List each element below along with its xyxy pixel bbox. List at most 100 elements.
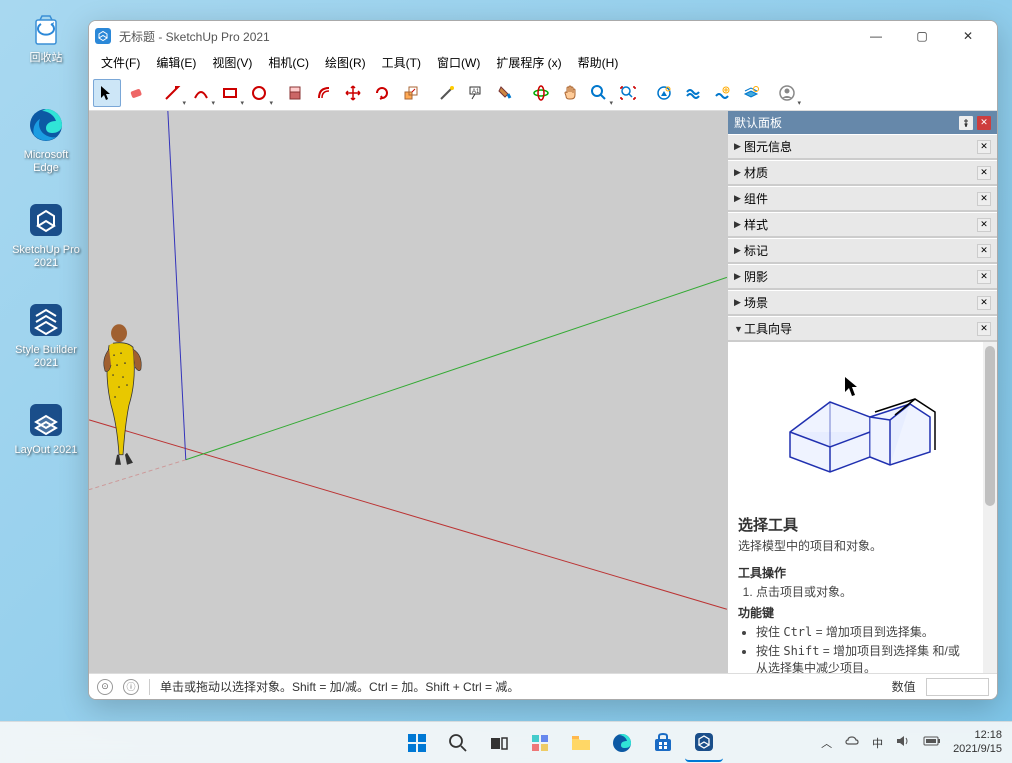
tray-battery-icon[interactable] (923, 735, 941, 750)
taskbar-search[interactable] (439, 724, 477, 762)
tool-scale[interactable] (397, 79, 425, 107)
menu-window[interactable]: 窗口(W) (429, 52, 488, 73)
tool-paint[interactable] (491, 79, 519, 107)
svg-text:A1: A1 (472, 89, 480, 95)
instructor-desc: 选择模型中的项目和对象。 (738, 537, 971, 554)
tray-chevron-icon[interactable]: ︿ (821, 735, 832, 751)
clock-time: 12:18 (953, 729, 1002, 742)
titlebar[interactable]: 无标题 - SketchUp Pro 2021 — ▢ ✕ (89, 21, 997, 51)
section-close-button[interactable]: ✕ (977, 296, 991, 310)
desktop-edge[interactable]: Microsoft Edge (10, 105, 82, 175)
geo-icon[interactable]: ⊙ (97, 679, 113, 695)
menu-file[interactable]: 文件(F) (93, 52, 148, 73)
panel-title: 默认面板 (734, 114, 782, 131)
tool-rotate[interactable] (368, 79, 396, 107)
taskbar-sketchup[interactable] (685, 724, 723, 762)
clock-date: 2021/9/15 (953, 743, 1002, 756)
tool-tape[interactable] (433, 79, 461, 107)
recycle-bin-icon (26, 8, 66, 48)
collapse-icon: ▶ (734, 141, 744, 152)
tool-rectangle[interactable]: ▾ (216, 79, 244, 107)
tool-user[interactable]: ▾ (773, 79, 801, 107)
section-close-button[interactable]: ✕ (977, 166, 991, 180)
taskbar-store[interactable] (644, 724, 682, 762)
taskbar-edge[interactable] (603, 724, 641, 762)
tool-line[interactable]: ▾ (158, 79, 186, 107)
section-close-button[interactable]: ✕ (977, 218, 991, 232)
tool-warehouse[interactable] (650, 79, 678, 107)
credits-icon[interactable]: ⓘ (123, 679, 139, 695)
tray-onedrive-icon[interactable] (844, 733, 860, 752)
close-button[interactable]: ✕ (945, 21, 991, 51)
tool-zoom[interactable]: ▾ (585, 79, 613, 107)
tool-extension-warehouse[interactable] (679, 79, 707, 107)
menu-view[interactable]: 视图(V) (204, 52, 260, 73)
maximize-button[interactable]: ▢ (899, 21, 945, 51)
tool-zoom-extents[interactable] (614, 79, 642, 107)
section-shadows[interactable]: ▶阴影✕ (728, 264, 997, 289)
instructor-keys-heading: 功能键 (738, 604, 971, 621)
tool-text[interactable]: A1 (462, 79, 490, 107)
collapse-icon: ▶ (734, 193, 744, 204)
tool-move[interactable] (339, 79, 367, 107)
taskbar-clock[interactable]: 12:18 2021/9/15 (953, 729, 1002, 755)
section-entity-info[interactable]: ▶图元信息✕ (728, 134, 997, 159)
taskbar-start[interactable] (398, 724, 436, 762)
tool-offset[interactable] (310, 79, 338, 107)
section-close-button[interactable]: ✕ (977, 322, 991, 336)
section-tags[interactable]: ▶标记✕ (728, 238, 997, 263)
instructor-image (738, 352, 971, 502)
panel-pin-button[interactable] (959, 116, 973, 130)
panel-header[interactable]: 默认面板 ✕ (728, 111, 997, 134)
section-components[interactable]: ▶组件✕ (728, 186, 997, 211)
taskbar-explorer[interactable] (562, 724, 600, 762)
tool-circle[interactable]: ▾ (245, 79, 273, 107)
section-close-button[interactable]: ✕ (977, 270, 991, 284)
section-materials[interactable]: ▶材质✕ (728, 160, 997, 185)
section-styles[interactable]: ▶样式✕ (728, 212, 997, 237)
instructor-key: 按住 Shift = 增加项目到选择集 和/或从选择集中减少项目。 (756, 642, 971, 673)
scrollbar[interactable] (983, 342, 997, 673)
vcb-input[interactable] (926, 678, 989, 696)
menu-edit[interactable]: 编辑(E) (148, 52, 204, 73)
tray-ime[interactable]: 中 (872, 735, 883, 751)
collapse-icon: ▶ (734, 167, 744, 178)
tool-eraser[interactable] (122, 79, 150, 107)
menu-tools[interactable]: 工具(T) (374, 52, 429, 73)
collapse-icon: ▶ (734, 271, 744, 282)
taskbar-taskview[interactable] (480, 724, 518, 762)
menu-draw[interactable]: 绘图(R) (317, 52, 374, 73)
viewport-3d[interactable] (89, 111, 727, 673)
scrollbar-thumb[interactable] (985, 346, 995, 506)
section-close-button[interactable]: ✕ (977, 192, 991, 206)
tray-volume-icon[interactable] (895, 733, 911, 752)
desktop-layout[interactable]: LayOut 2021 (10, 400, 82, 457)
section-close-button[interactable]: ✕ (977, 140, 991, 154)
menu-help[interactable]: 帮助(H) (570, 52, 627, 73)
desktop-stylebuilder[interactable]: Style Builder 2021 (10, 300, 82, 370)
status-hint: 单击或拖动以选择对象。Shift = 加/减。Ctrl = 加。Shift + … (160, 678, 882, 695)
section-scenes[interactable]: ▶场景✕ (728, 290, 997, 315)
minimize-button[interactable]: — (853, 21, 899, 51)
tool-pan[interactable] (556, 79, 584, 107)
tool-orbit[interactable] (527, 79, 555, 107)
section-close-button[interactable]: ✕ (977, 244, 991, 258)
default-tray-panel: 默认面板 ✕ ▶图元信息✕ ▶材质✕ ▶组件✕ ▶样式✕ ▶标记✕ ▶阴影✕ ▶… (727, 111, 997, 673)
tool-layers[interactable] (737, 79, 765, 107)
desktop-icon-label: Style Builder 2021 (10, 344, 82, 370)
menu-camera[interactable]: 相机(C) (260, 52, 317, 73)
panel-close-button[interactable]: ✕ (977, 116, 991, 130)
tool-select[interactable] (93, 79, 121, 107)
tool-pushpull[interactable] (281, 79, 309, 107)
layout-app-icon (26, 400, 66, 440)
desktop-recycle-bin[interactable]: 回收站 (10, 8, 82, 65)
menu-extensions[interactable]: 扩展程序 (x) (488, 52, 569, 73)
sketchup-window: 无标题 - SketchUp Pro 2021 — ▢ ✕ 文件(F) 编辑(E… (88, 20, 998, 700)
instructor-op: 点击项目或对象。 (756, 583, 971, 600)
instructor-content: 选择工具 选择模型中的项目和对象。 工具操作 点击项目或对象。 功能键 按住 C… (728, 342, 997, 673)
section-instructor[interactable]: ▼工具向导✕ (728, 316, 997, 341)
desktop-sketchup[interactable]: SketchUp Pro 2021 (10, 200, 82, 270)
tool-arc[interactable]: ▾ (187, 79, 215, 107)
tool-extension-manager[interactable] (708, 79, 736, 107)
taskbar-widgets[interactable] (521, 724, 559, 762)
